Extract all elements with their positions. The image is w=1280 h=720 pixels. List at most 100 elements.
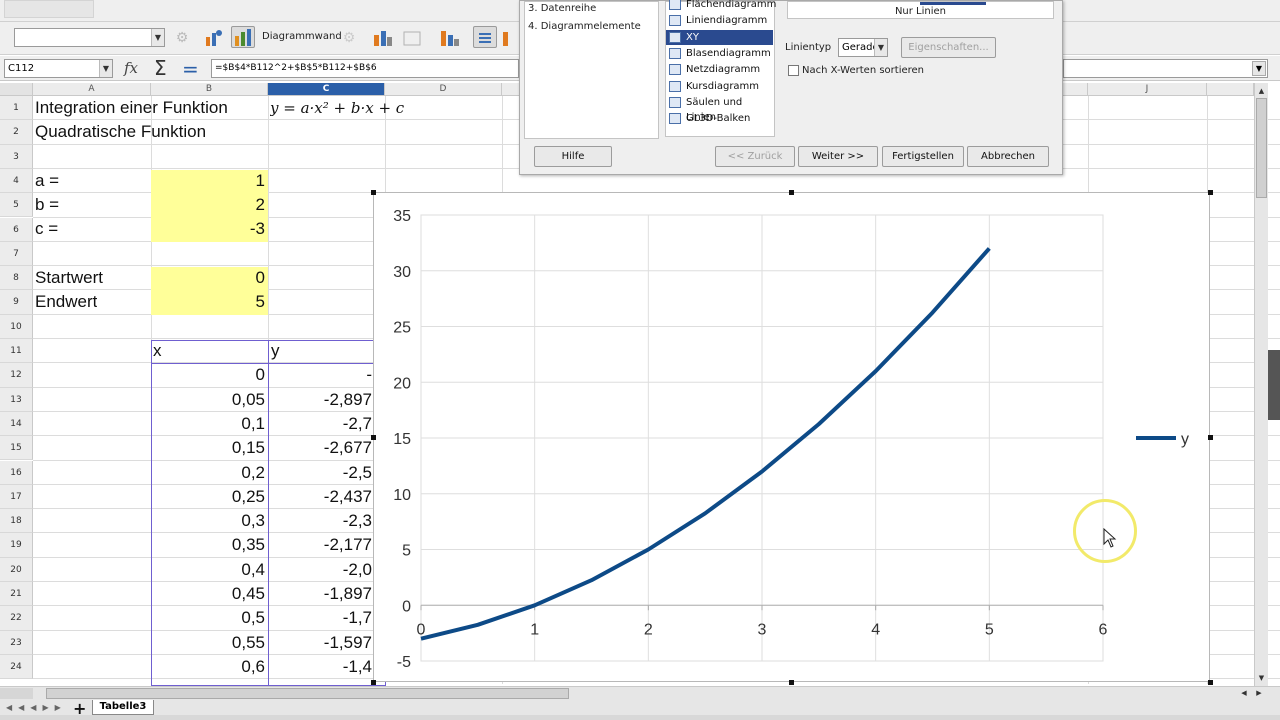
row-header[interactable]: 2	[0, 120, 33, 145]
row-header[interactable]: 1	[0, 96, 33, 121]
horizontal-scroll-thumb[interactable]	[46, 688, 569, 699]
row-header[interactable]: 19	[0, 533, 33, 558]
chart-variant-preview[interactable]: Nur Linien	[787, 1, 1054, 19]
column-header-d[interactable]: D	[385, 83, 502, 96]
sort-x-checkbox[interactable]	[788, 65, 799, 76]
scroll-up-icon[interactable]: ▲	[1256, 85, 1267, 97]
cell-x[interactable]: 0,3	[151, 511, 265, 531]
cell-x[interactable]: 0,05	[151, 390, 265, 410]
cell-x[interactable]: 0,2	[151, 463, 265, 483]
cell-a1[interactable]: Integration einer Funktion	[35, 98, 228, 118]
row-header[interactable]: 6	[0, 217, 33, 242]
row-header[interactable]: 15	[0, 436, 33, 461]
vertical-scroll-thumb[interactable]	[1256, 98, 1267, 198]
cell-b6[interactable]: -3	[151, 219, 265, 239]
cell-b11[interactable]: x	[153, 341, 162, 361]
row-header[interactable]: 14	[0, 411, 33, 437]
cell-x[interactable]: 0,4	[151, 560, 265, 580]
resize-handle[interactable]	[789, 680, 794, 685]
resize-handle[interactable]	[371, 190, 376, 195]
row-header[interactable]: 11	[0, 339, 33, 364]
cell-b5[interactable]: 2	[151, 195, 265, 215]
tab-nav-icons[interactable]: ◀◀◀▶▶	[6, 703, 67, 712]
chart-type-item[interactable]: Liniendiagramm	[666, 13, 773, 28]
cell-y[interactable]: -1,897	[268, 584, 372, 604]
linientyp-select[interactable]: Gerade ▼	[838, 38, 888, 57]
cell-x[interactable]: 0,35	[151, 535, 265, 555]
cell-b8[interactable]: 0	[151, 268, 265, 288]
cell-y[interactable]: -2,897	[268, 390, 372, 410]
cell-x[interactable]: 0,25	[151, 487, 265, 507]
row-header[interactable]: 17	[0, 484, 33, 510]
row-header[interactable]: 18	[0, 509, 33, 534]
resize-handle[interactable]	[789, 190, 794, 195]
row-header[interactable]: 10	[0, 314, 33, 339]
cell-y[interactable]: -1,597	[268, 633, 372, 653]
row-header[interactable]: 22	[0, 606, 33, 631]
chart-type-item[interactable]: GL3D-Balken	[666, 111, 773, 126]
cell-y[interactable]: -2,0	[268, 560, 372, 580]
cell-y[interactable]: -2,177	[268, 535, 372, 555]
expand-formula-icon[interactable]: ▼	[1252, 61, 1266, 76]
cell-a6[interactable]: c =	[35, 219, 58, 239]
cell-a2[interactable]: Quadratische Funktion	[35, 122, 206, 142]
cell-b4[interactable]: 1	[151, 171, 265, 191]
resize-handle[interactable]	[1208, 680, 1213, 685]
cell-b9[interactable]: 5	[151, 292, 265, 312]
step-diagrammelemente[interactable]: 4. Diagrammelemente	[528, 21, 641, 32]
resize-handle[interactable]	[1208, 190, 1213, 195]
column-header-j[interactable]: J	[1088, 83, 1207, 96]
column-header-k[interactable]	[1207, 83, 1254, 96]
cell-y[interactable]: -2,3	[268, 511, 372, 531]
cell-y[interactable]: -1,7	[268, 608, 372, 628]
vertical-scrollbar[interactable]: ▲ ▼	[1254, 83, 1268, 686]
row-header[interactable]: 16	[0, 460, 33, 485]
row-header[interactable]: 23	[0, 630, 33, 655]
cell-y[interactable]: -1,4	[268, 657, 372, 677]
equals-icon[interactable]: =	[182, 57, 199, 81]
step-datenreihe[interactable]: 3. Datenreihe	[528, 3, 596, 14]
column-header-b[interactable]: B	[151, 83, 268, 96]
formula-input[interactable]: =$B$4*B112^2+$B$5*B112+$B$6	[211, 59, 519, 78]
scroll-down-icon[interactable]: ▼	[1256, 672, 1267, 684]
cell-y[interactable]: -2,437	[268, 487, 372, 507]
row-header[interactable]: 21	[0, 582, 33, 607]
resize-handle[interactable]	[371, 680, 376, 685]
cell-c1-formula[interactable]: y = a·x² + b·x + c	[270, 99, 404, 117]
format-selection-icon[interactable]: ⚙	[170, 27, 194, 49]
sheet-tab-tabelle3[interactable]: Tabelle3	[92, 700, 154, 715]
undo-redo-group[interactable]	[4, 0, 94, 18]
resize-handle[interactable]	[371, 435, 376, 440]
cell-a8[interactable]: Startwert	[35, 268, 103, 288]
chart-type-item[interactable]: XY (Streudiagramm)	[666, 29, 773, 58]
cell-a9[interactable]: Endwert	[35, 292, 97, 312]
row-header[interactable]: 9	[0, 290, 33, 315]
cell-x[interactable]: 0	[151, 365, 265, 385]
hilfe-button[interactable]: Hilfe	[534, 146, 612, 167]
chart-object[interactable]: 35 30 25 20 15 10 5 0 -5 0 1 2 3 4 5 6 y	[373, 192, 1210, 682]
formula-input-tail[interactable]: ▼	[1063, 59, 1268, 78]
cell-x[interactable]: 0,55	[151, 633, 265, 653]
chart-type-item[interactable]: Netzdiagramm	[666, 62, 773, 77]
weiter-button[interactable]: Weiter >>	[798, 146, 878, 167]
cell-x[interactable]: 0,1	[151, 414, 265, 434]
cell-x[interactable]: 0,5	[151, 608, 265, 628]
cell-c11[interactable]: y	[271, 341, 280, 361]
cell-y[interactable]: -2,677	[268, 438, 372, 458]
cell-a5[interactable]: b =	[35, 195, 59, 215]
resize-handle[interactable]	[1208, 435, 1213, 440]
cell-y[interactable]: -2,5	[268, 463, 372, 483]
more-icon[interactable]	[500, 27, 518, 49]
scroll-left-icon[interactable]: ◀	[1237, 687, 1251, 699]
column-header-c[interactable]: C	[268, 83, 385, 96]
cell-a4[interactable]: a =	[35, 171, 59, 191]
data-ranges-icon[interactable]	[401, 27, 425, 49]
fertigstellen-button[interactable]: Fertigstellen	[882, 146, 964, 167]
chart-data-table-icon[interactable]	[371, 27, 395, 49]
name-box[interactable]: C112 ▼	[4, 59, 113, 78]
function-wizard-icon[interactable]: fx	[124, 59, 138, 77]
row-header[interactable]: 24	[0, 654, 33, 680]
chart-type-item[interactable]: Säulen und Linien	[666, 95, 773, 123]
row-header[interactable]: 5	[0, 193, 33, 218]
sum-icon[interactable]: Σ	[154, 56, 167, 80]
